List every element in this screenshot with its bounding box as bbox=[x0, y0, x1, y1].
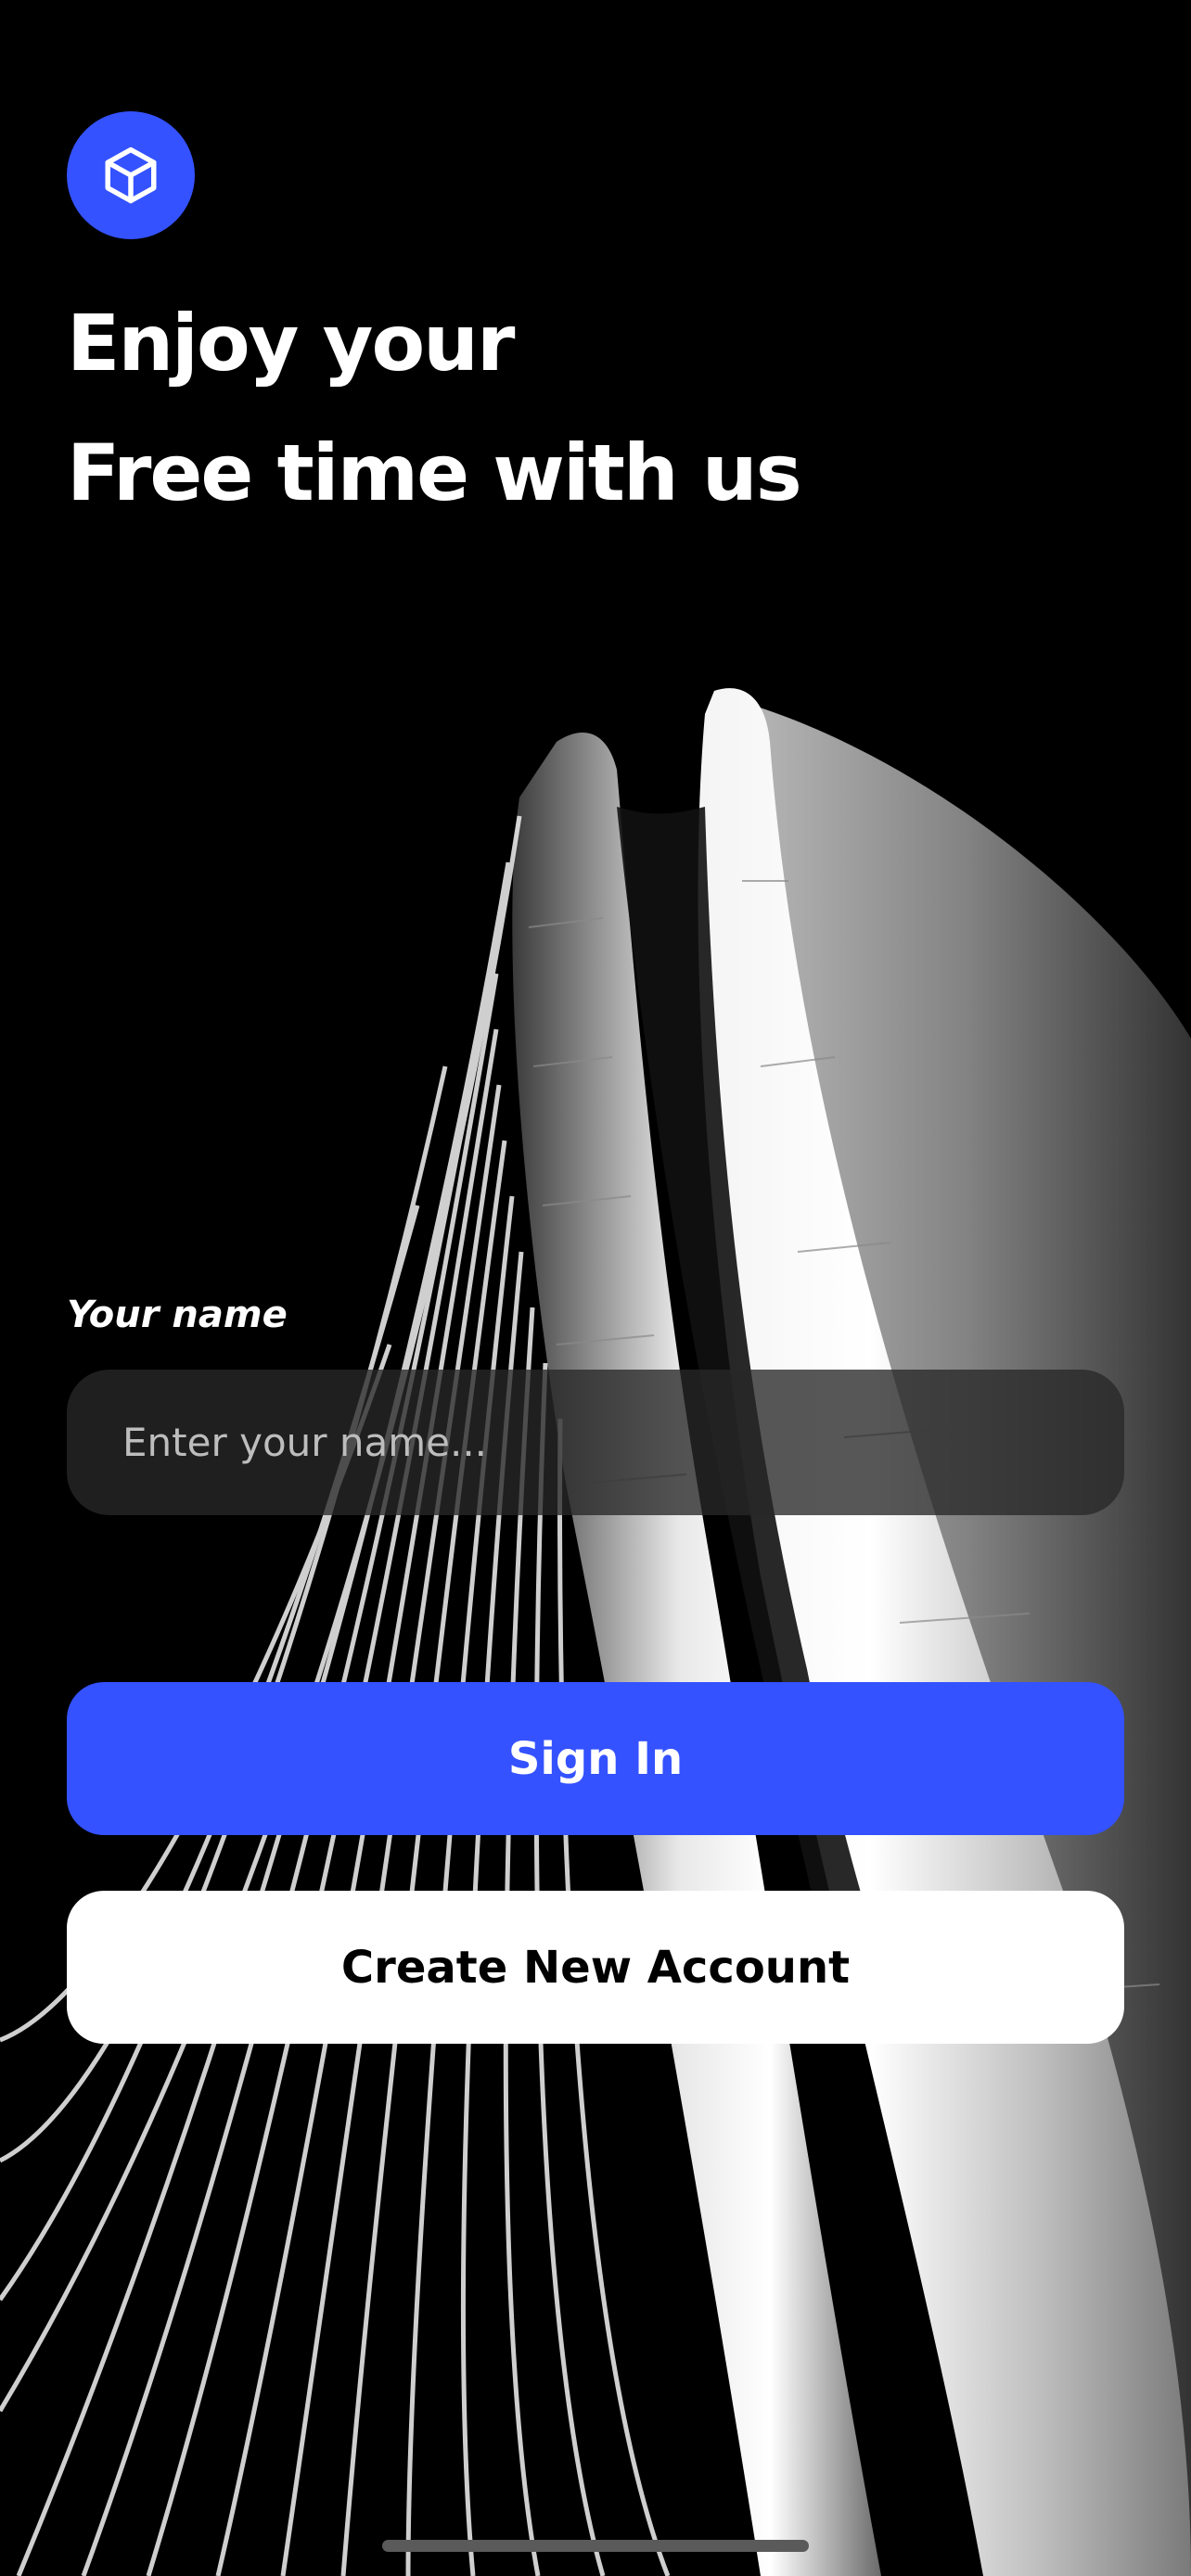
cube-icon bbox=[105, 147, 157, 204]
sign-in-button[interactable]: Sign In bbox=[67, 1682, 1124, 1835]
create-account-button[interactable]: Create New Account bbox=[67, 1891, 1124, 2044]
home-indicator[interactable] bbox=[382, 2540, 809, 2552]
create-account-button-label: Create New Account bbox=[340, 1941, 851, 1994]
headline-line-1: Enjoy your bbox=[67, 298, 515, 389]
headline: Enjoy your Free time with us bbox=[67, 278, 802, 538]
sign-in-button-label: Sign In bbox=[507, 1732, 684, 1785]
headline-line-2: Free time with us bbox=[67, 427, 802, 518]
name-field-label: Your name bbox=[67, 1294, 288, 1336]
app-logo bbox=[67, 111, 195, 239]
name-input[interactable] bbox=[67, 1370, 1124, 1515]
